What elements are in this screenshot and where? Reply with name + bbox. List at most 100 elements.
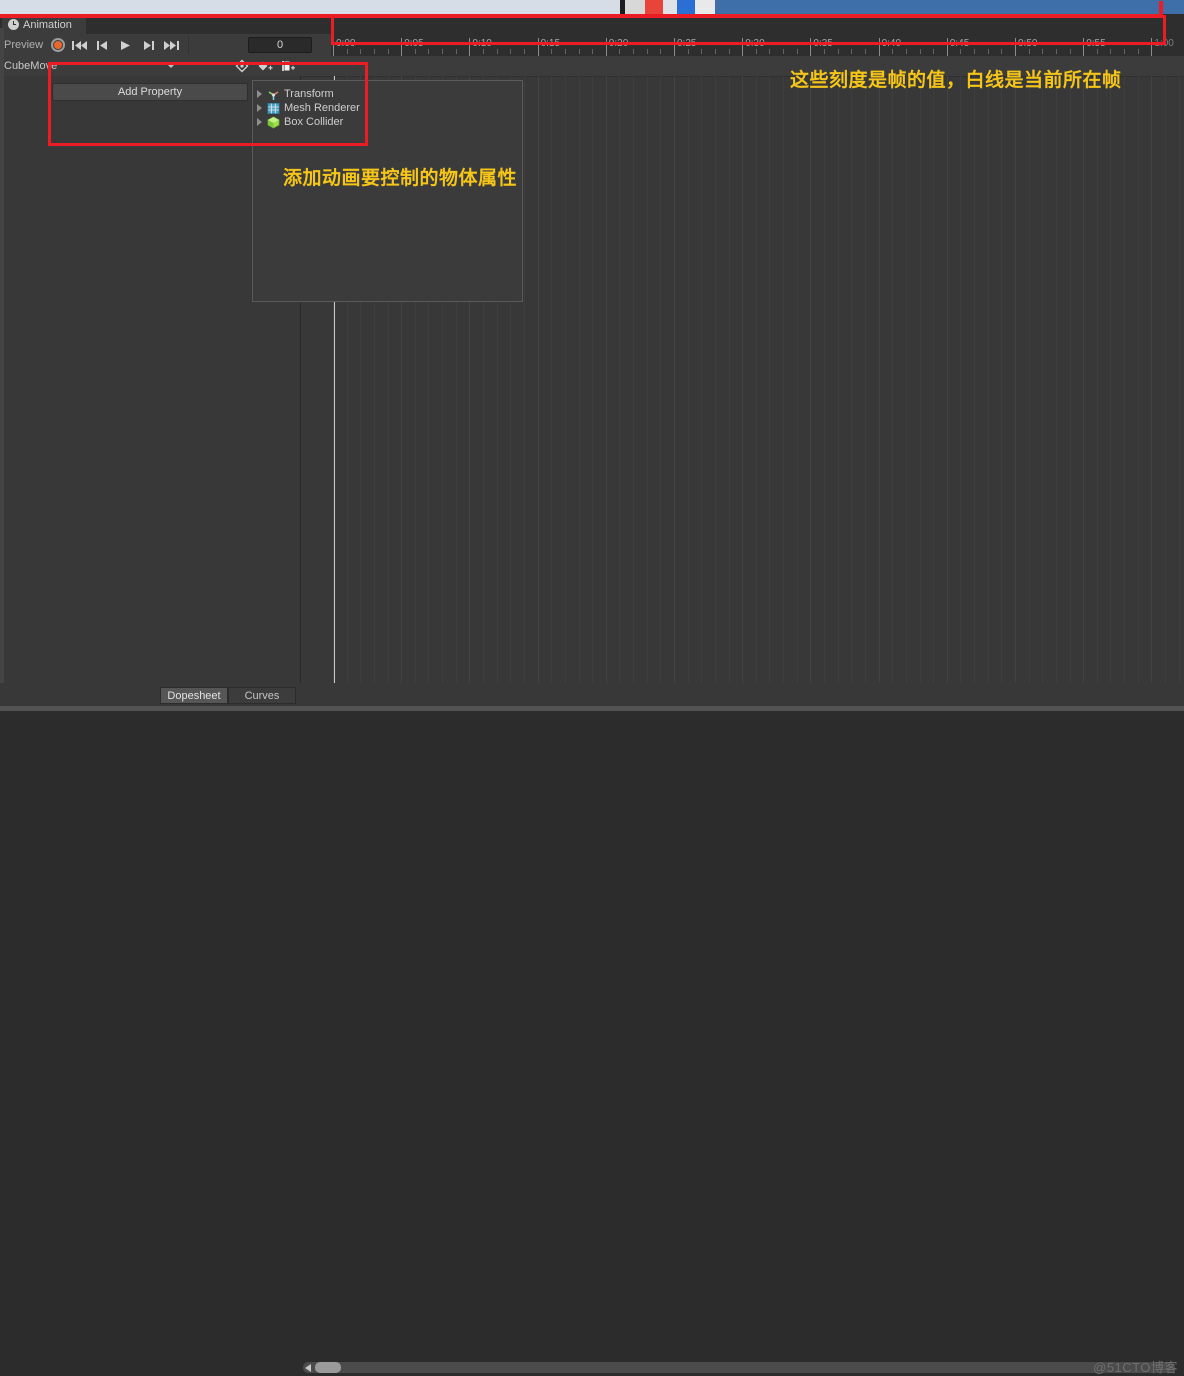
ruler-tick-minor [373, 49, 375, 54]
ruler-tick-minor [851, 49, 853, 54]
ruler-tick-minor [960, 49, 962, 54]
add-keyframe-button[interactable] [230, 56, 253, 76]
tab-animation-label: Animation [23, 18, 72, 31]
record-icon [51, 38, 65, 52]
ruler-tick-minor [837, 49, 839, 54]
dopesheet-gridline [838, 76, 839, 683]
ruler-tick-minor [769, 49, 771, 54]
ruler-tick-minor [919, 49, 921, 54]
dopesheet-gridline [592, 76, 593, 683]
dopesheet-gridline [1042, 76, 1043, 683]
chevron-right-icon[interactable] [257, 90, 262, 98]
dopesheet-gridline [906, 76, 907, 683]
browser-favicon [625, 0, 715, 14]
ruler-tick-minor [551, 49, 553, 54]
dopesheet-gridline [742, 76, 743, 683]
add-marker-button[interactable] [276, 56, 299, 76]
dopesheet-gridline [756, 76, 757, 683]
ruler-tick-minor [414, 49, 416, 54]
dopesheet-gridline [619, 76, 620, 683]
dopesheet-gridline [988, 76, 989, 683]
record-button[interactable] [48, 35, 68, 55]
chevron-right-icon[interactable] [257, 118, 262, 126]
dopesheet-gridline [879, 76, 880, 683]
timeline-ruler[interactable]: 0:00 0:05 0:10 0:15 0:20 0:25 0:30 0:35 0:40 0:45… [331, 34, 1184, 56]
ruler-tick-minor [387, 49, 389, 54]
dopesheet-gridline [606, 76, 607, 683]
diamond-plus-icon [235, 59, 248, 73]
animation-clip-name: CubeMove [4, 60, 58, 72]
ruler-tick-minor [701, 49, 703, 54]
ruler-tick-minor [1055, 49, 1057, 54]
bottom-strip [0, 706, 1184, 711]
first-frame-button[interactable] [68, 35, 91, 55]
property-annotation: 添加动画要控制的物体属性 [283, 168, 518, 189]
horizontal-scrollbar-track[interactable] [303, 1362, 1175, 1373]
next-frame-button[interactable] [137, 35, 160, 55]
dopesheet-gridline [974, 76, 975, 683]
ruler-tick-minor [1110, 49, 1112, 54]
animation-clip-dropdown[interactable]: CubeMove [0, 56, 183, 76]
dopesheet-gridline [688, 76, 689, 683]
ruler-tick-minor [728, 49, 730, 54]
dopesheet-gridline [565, 76, 566, 683]
property-list-item[interactable]: Box Collider [257, 115, 343, 129]
property-list-item[interactable]: Mesh Renderer [257, 101, 360, 115]
keyframe-toolbar [230, 56, 300, 76]
chevron-right-icon[interactable] [257, 104, 262, 112]
dopesheet-gridline [647, 76, 648, 683]
browser-tab-strip-remnant [0, 0, 1184, 14]
dopesheet-gridline [715, 76, 716, 683]
add-animation-event-button[interactable] [253, 56, 276, 76]
last-frame-button[interactable] [160, 35, 183, 55]
dopesheet-gridline [524, 76, 525, 683]
dopesheet-gridline [674, 76, 675, 683]
dopesheet-gridline [701, 76, 702, 683]
dopesheet-gridline [1070, 76, 1071, 683]
unity-animation-window: – ⋮ ❐ ✕ Animation Preview [0, 14, 1184, 1375]
toolbar-separator [188, 36, 189, 54]
scroll-left-icon[interactable] [305, 1364, 311, 1372]
dopesheet-gridline [892, 76, 893, 683]
property-list-item[interactable]: Transform [257, 87, 334, 101]
dopesheet-gridline [851, 76, 852, 683]
dopesheet-gridline [1015, 76, 1016, 683]
editor-tabstrip: Animation [0, 14, 1184, 34]
dopesheet-gridline [769, 76, 770, 683]
dopesheet-gridline [810, 76, 811, 683]
ruler-label: 0:40 [881, 38, 902, 49]
mesh-renderer-icon [267, 102, 280, 115]
current-frame-input[interactable]: 0 [248, 37, 312, 53]
ruler-tick-minor [496, 49, 498, 54]
ruler-tick-minor [510, 49, 512, 54]
ruler-label: 0:45 [949, 38, 970, 49]
ruler-label: 1:00 [1154, 38, 1174, 49]
ruler-label: 0:35 [813, 38, 833, 49]
tab-animation[interactable]: Animation [2, 15, 86, 34]
timeline-annotation: 这些刻度是帧的值，白线是当前所在帧 [790, 70, 1122, 91]
transform-icon [268, 90, 279, 100]
ruler-tick-minor [1001, 49, 1003, 54]
tab-dopesheet[interactable]: Dopesheet [160, 687, 228, 704]
ruler-label: 0:50 [1018, 38, 1038, 49]
chevron-down-icon [167, 64, 175, 68]
tab-curves[interactable]: Curves [228, 687, 296, 704]
ruler-tick-minor [455, 49, 457, 54]
ruler-tick-minor [783, 49, 785, 54]
ruler-tick-minor [687, 49, 689, 54]
ruler-tick-minor [360, 49, 362, 54]
dopesheet-gridline [824, 76, 825, 683]
play-button[interactable] [114, 35, 137, 55]
ruler-tick-minor [1096, 49, 1098, 54]
ruler-tick-minor [755, 49, 757, 54]
dopesheet-gridline [960, 76, 961, 683]
ruler-label: 0:05 [404, 38, 424, 49]
dopesheet-gridline [783, 76, 784, 683]
add-property-dropdown-panel[interactable]: Transform Mesh Renderer Box Collider [252, 80, 523, 302]
property-list-item-label: Mesh Renderer [284, 102, 360, 114]
horizontal-scrollbar-thumb[interactable] [315, 1362, 341, 1373]
previous-frame-button[interactable] [91, 35, 114, 55]
first-frame-icon [72, 40, 87, 50]
ruler-label: 0:10 [472, 38, 492, 49]
add-property-button[interactable]: Add Property [52, 83, 248, 101]
